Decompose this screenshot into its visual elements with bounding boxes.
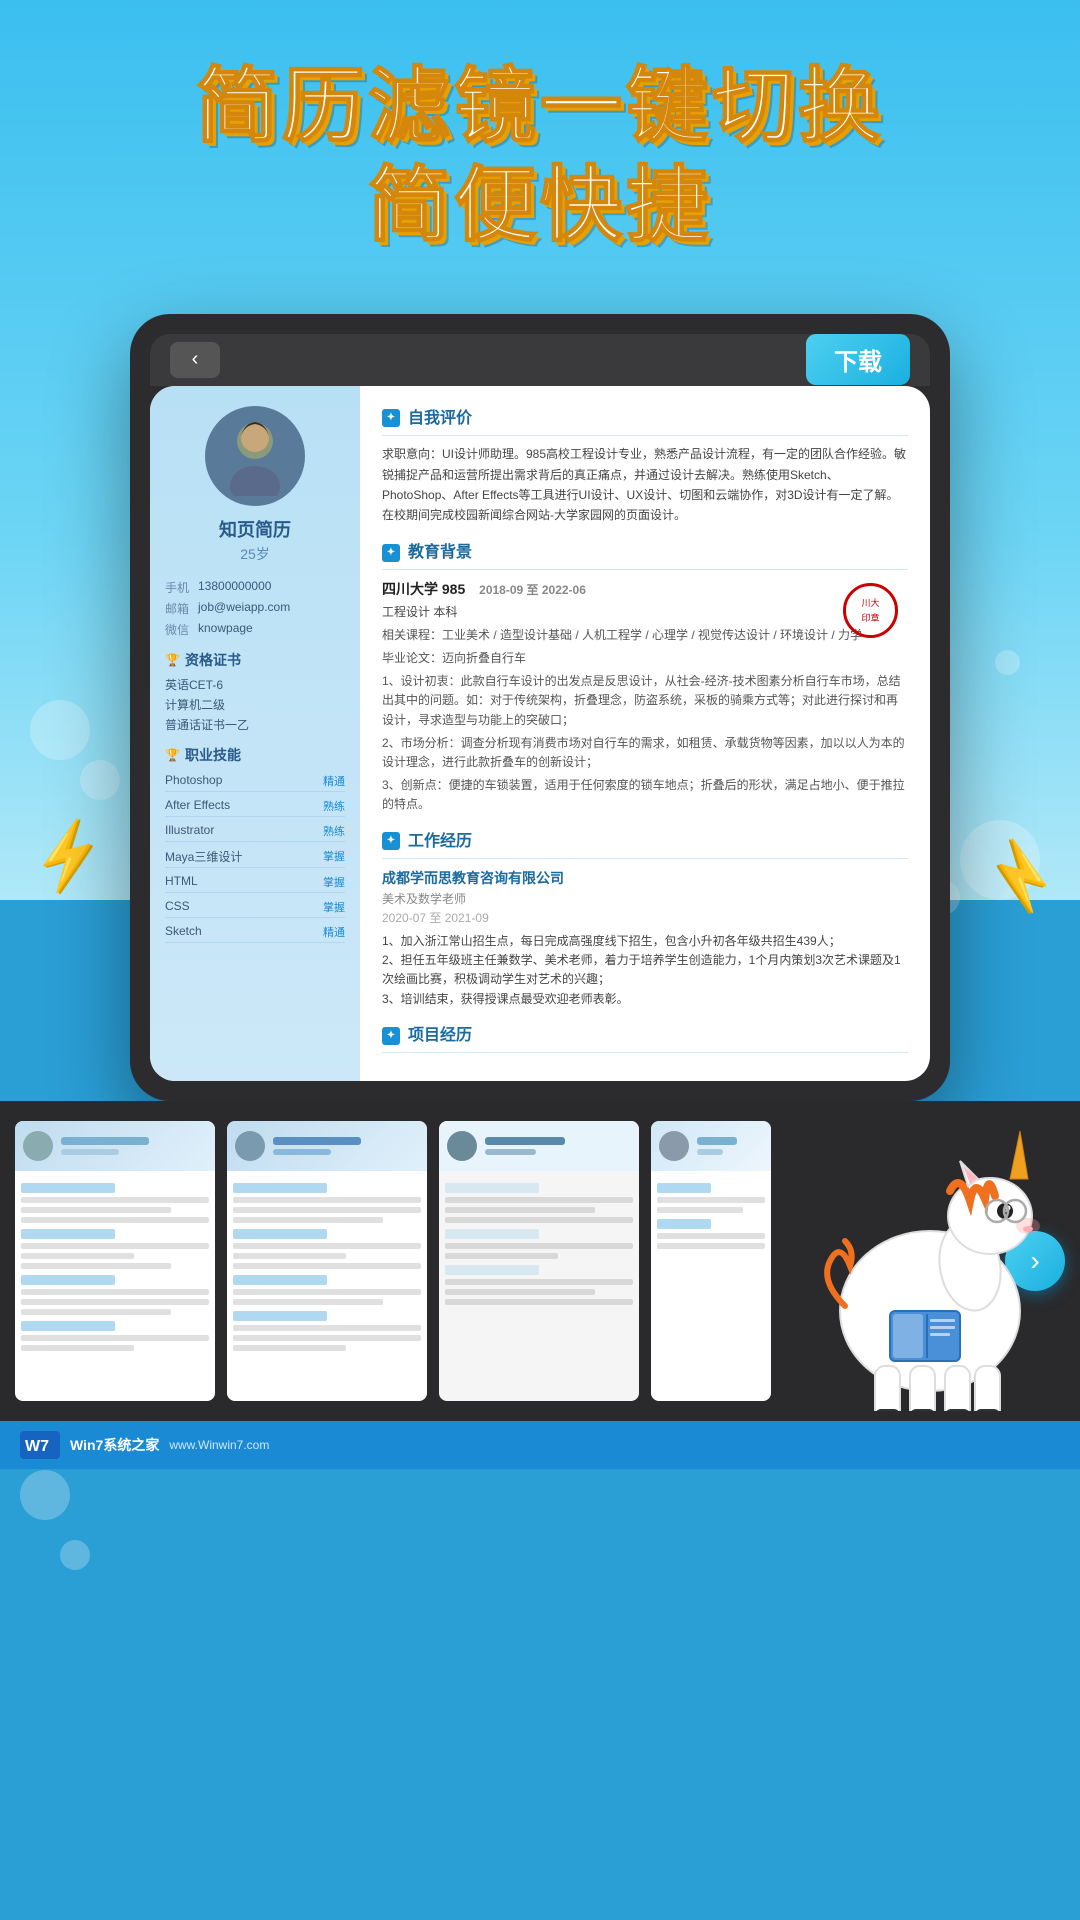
resume-container: 知页简历 25岁 手机 13800000000 邮箱 job@weiapp.co… bbox=[150, 386, 930, 1082]
resume-name: 知页简历 bbox=[165, 516, 345, 542]
edu-degree: 工程设计 本科 bbox=[382, 603, 908, 622]
thumb-name-1 bbox=[61, 1137, 207, 1155]
resume-content: 知页简历 25岁 手机 13800000000 邮箱 job@weiapp.co… bbox=[150, 386, 930, 1082]
back-button[interactable]: ‹ bbox=[170, 342, 220, 378]
thumbnail-2[interactable] bbox=[227, 1121, 427, 1401]
main-title-line2: 简便快捷 bbox=[0, 159, 1080, 253]
skill-html: HTML 掌握 bbox=[165, 872, 345, 893]
skill-illustrator: Illustrator 熟练 bbox=[165, 821, 345, 842]
skill-maya: Maya三维设计 掌握 bbox=[165, 846, 345, 868]
resume-left-sidebar: 知页简历 25岁 手机 13800000000 邮箱 job@weiapp.co… bbox=[150, 386, 360, 1082]
self-eval-icon: ✦ bbox=[382, 409, 400, 427]
contact-wechat: 微信 knowpage bbox=[165, 621, 345, 638]
edu-header: ✦ 教育背景 bbox=[382, 540, 908, 571]
cert-1: 英语CET-6 bbox=[165, 676, 345, 693]
edu-desc3: 3、创新点：便捷的车锁装置，适用于任何索度的锁车地点；折叠后的形状，满足占地小、… bbox=[382, 776, 908, 814]
work-position: 美术及数学老师 bbox=[382, 890, 908, 909]
main-title-line1: 简历滤镜一键切换 bbox=[0, 60, 1080, 154]
cert-section-title: 资格证书 bbox=[165, 650, 345, 670]
thumbnail-3[interactable] bbox=[439, 1121, 639, 1401]
edu-desc2: 2、市场分析：调查分析现有消费市场对自行车的需求，如租赁、承载货物等因素，加以以… bbox=[382, 734, 908, 772]
work-desc3: 3、培训结束，获得授课点最受欢迎老师表彰。 bbox=[382, 990, 908, 1009]
work-desc1: 1、加入浙江常山招生点，每日完成高强度线下招生，包含小升初各年级共招生439人； bbox=[382, 932, 908, 951]
skill-sketch: Sketch 精通 bbox=[165, 922, 345, 943]
resume-right-main: ✦ 自我评价 求职意向：UI设计师助理。985高校工程设计专业，熟悉产品设计流程… bbox=[360, 386, 930, 1082]
contact-email: 邮箱 job@weiapp.com bbox=[165, 600, 345, 617]
skills-section-title: 职业技能 bbox=[165, 745, 345, 765]
mascot-unicorn bbox=[800, 1111, 1060, 1411]
download-button[interactable]: 下载 bbox=[806, 334, 910, 385]
work-desc2: 2、担任五年级班主任兼数学、美术老师，着力于培养学生创造能力，1个月内策划3次艺… bbox=[382, 951, 908, 989]
thumbnails-strip: › bbox=[0, 1101, 1080, 1421]
edu-desc1: 1、设计初衷：此款自行车设计的出发点是反思设计，从社会-经济-技术图素分析自行车… bbox=[382, 672, 908, 730]
work-icon: ✦ bbox=[382, 832, 400, 850]
resume-age: 25岁 bbox=[165, 544, 345, 564]
watermark-logo-icon: W7 bbox=[20, 1431, 60, 1459]
avatar bbox=[205, 406, 305, 506]
watermark-bar: W7 Win7系统之家 www.Winwin7.com bbox=[0, 1421, 1080, 1469]
project-icon: ✦ bbox=[382, 1027, 400, 1045]
edu-thesis: 毕业论文：迈向折叠自行车 bbox=[382, 649, 908, 668]
self-eval-content: 求职意向：UI设计师助理。985高校工程设计专业，熟悉产品设计流程，有一定的团队… bbox=[382, 444, 908, 526]
device-mockup: ‹ 下载 知页简历 25岁 手机 bbox=[130, 314, 950, 1102]
watermark-site-name: Win7系统之家 bbox=[70, 1435, 159, 1455]
skill-css: CSS 掌握 bbox=[165, 897, 345, 918]
header-section: 简历滤镜一键切换 简便快捷 bbox=[0, 0, 1080, 284]
work-company: 成都学而思教育咨询有限公司 bbox=[382, 867, 908, 889]
thumb-name-2 bbox=[273, 1137, 419, 1155]
device-topbar: ‹ 下载 bbox=[150, 334, 930, 386]
project-header: ✦ 项目经历 bbox=[382, 1023, 908, 1054]
work-date: 2020-07 至 2021-09 bbox=[382, 909, 908, 928]
school-stamp: 川大印章 bbox=[843, 583, 898, 638]
work-header: ✦ 工作经历 bbox=[382, 829, 908, 860]
thumbnail-4[interactable] bbox=[651, 1121, 771, 1401]
thumb-avatar-1 bbox=[23, 1131, 53, 1161]
cert-2: 计算机二级 bbox=[165, 696, 345, 713]
edu-icon: ✦ bbox=[382, 544, 400, 562]
thumb-avatar-2 bbox=[235, 1131, 265, 1161]
cert-3: 普通话证书一乙 bbox=[165, 716, 345, 733]
contact-phone: 手机 13800000000 bbox=[165, 579, 345, 596]
watermark-url: www.Winwin7.com bbox=[169, 1438, 269, 1452]
skill-photoshop: Photoshop 精通 bbox=[165, 771, 345, 792]
skill-aftereffects: After Effects 熟练 bbox=[165, 796, 345, 817]
edu-school: 四川大学 985 2018-09 至 2022-06 bbox=[382, 578, 908, 600]
edu-content: 川大印章 四川大学 985 2018-09 至 2022-06 工程设计 本科 … bbox=[382, 578, 908, 814]
thumbnail-1[interactable] bbox=[15, 1121, 215, 1401]
svg-text:W7: W7 bbox=[25, 1438, 49, 1455]
edu-courses: 相关课程：工业美术 / 造型设计基础 / 人机工程学 / 心理学 / 视觉传达设… bbox=[382, 626, 908, 645]
self-eval-header: ✦ 自我评价 bbox=[382, 406, 908, 437]
